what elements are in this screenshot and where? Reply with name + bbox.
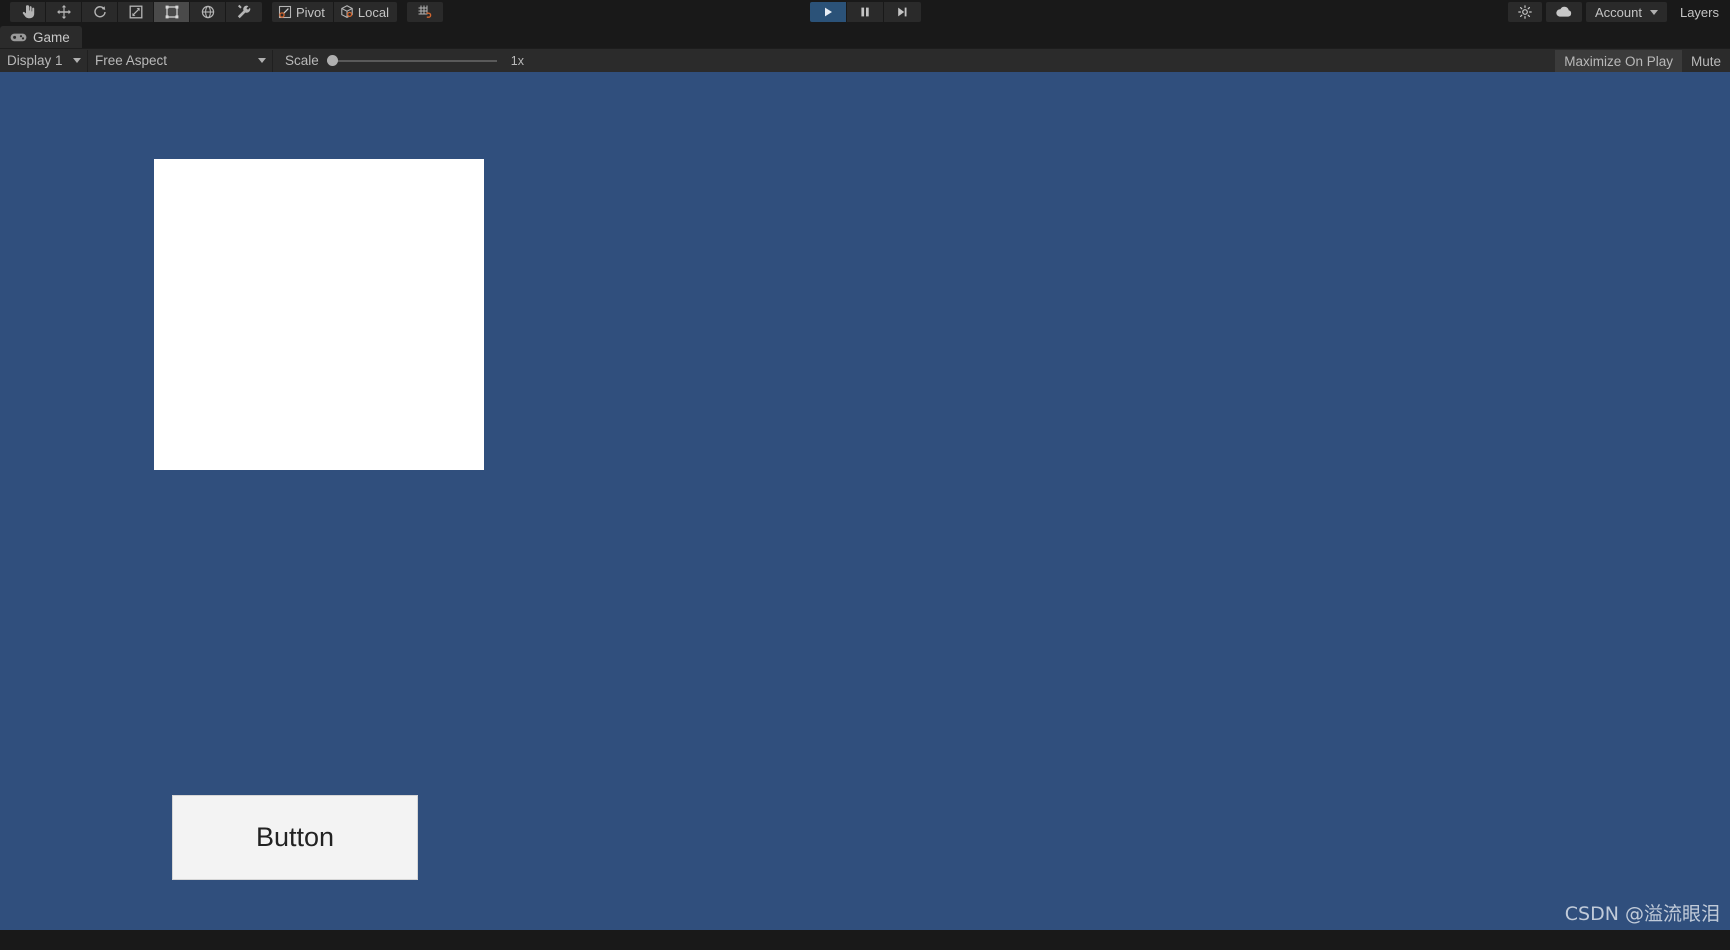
bottom-strip <box>0 930 1730 950</box>
chevron-down-icon <box>258 58 266 63</box>
sun-icon <box>1517 4 1533 20</box>
scale-slider[interactable] <box>326 54 497 68</box>
transform-tool-button[interactable] <box>190 2 226 22</box>
pause-icon <box>858 5 872 19</box>
pivot-label: Pivot <box>296 4 325 20</box>
mute-audio-button[interactable]: Mute <box>1682 50 1730 72</box>
play-controls <box>809 2 921 22</box>
tab-bar: Game <box>0 26 1730 48</box>
step-button[interactable] <box>883 2 921 22</box>
maximize-on-play-label: Maximize On Play <box>1564 53 1673 69</box>
chevron-down-icon <box>1649 9 1658 15</box>
transform-tools-group <box>10 2 262 22</box>
ui-button-label: Button <box>255 822 335 852</box>
toolbar-right-group: Account Layers <box>1507 0 1730 24</box>
cloud-icon <box>1555 5 1573 19</box>
rotate-tool-button[interactable] <box>82 2 118 22</box>
tab-game[interactable]: Game <box>0 26 82 48</box>
pause-button[interactable] <box>846 2 884 22</box>
main-toolbar: Pivot Local Account Layers <box>0 0 1730 24</box>
display-dropdown[interactable]: Display 1 <box>0 49 88 72</box>
pivot-mode-button[interactable]: Pivot <box>272 2 334 22</box>
layers-button[interactable]: Layers <box>1671 2 1728 22</box>
snap-group <box>406 2 443 22</box>
mute-label: Mute <box>1690 53 1721 69</box>
account-button[interactable]: Account <box>1585 2 1667 22</box>
gamepad-icon <box>10 32 27 43</box>
scale-slider-knob[interactable] <box>326 55 338 66</box>
white-panel <box>154 159 484 470</box>
step-icon <box>895 5 909 19</box>
scale-icon <box>128 4 144 20</box>
handle-space-label: Local <box>357 4 389 20</box>
hand-icon <box>20 4 36 20</box>
scale-label: Scale <box>285 53 319 68</box>
rotate-icon <box>92 4 108 20</box>
chevron-down-icon <box>73 58 81 63</box>
tab-game-label: Game <box>33 29 70 45</box>
aspect-dropdown[interactable]: Free Aspect <box>88 49 273 72</box>
ui-button[interactable]: Button <box>172 795 418 880</box>
scale-slider-track <box>326 59 497 62</box>
handle-space-button[interactable]: Local <box>333 2 397 22</box>
pivot-icon <box>277 4 293 20</box>
aspect-dropdown-label: Free Aspect <box>95 53 168 68</box>
custom-tool-button[interactable] <box>226 2 262 22</box>
account-label: Account <box>1594 4 1642 20</box>
maximize-on-play-button[interactable]: Maximize On Play <box>1555 50 1682 72</box>
game-toolbar-right: Maximize On Play Mute <box>1555 49 1730 73</box>
pivot-group: Pivot Local <box>272 2 397 22</box>
move-tool-button[interactable] <box>46 2 82 22</box>
layers-label: Layers <box>1679 4 1719 20</box>
unity-editor-window: Pivot Local Account Layers Game Display … <box>0 0 1730 950</box>
rect-tool-button[interactable] <box>154 2 190 22</box>
scale-control: Scale 1x <box>273 53 524 68</box>
hand-tool-button[interactable] <box>10 2 46 22</box>
search-settings-button[interactable] <box>1507 2 1542 22</box>
wrench-icon <box>236 4 252 20</box>
cloud-button[interactable] <box>1545 2 1582 22</box>
transform-icon <box>200 4 216 20</box>
cube-icon <box>339 4 355 20</box>
move-icon <box>56 4 72 20</box>
game-view-canvas[interactable]: Button CSDN @溢流眼泪 <box>0 72 1730 930</box>
rect-transform-icon <box>164 4 180 20</box>
play-icon <box>821 5 835 19</box>
game-view-toolbar: Display 1 Free Aspect Scale 1x Maximize … <box>0 48 1730 72</box>
scale-tool-button[interactable] <box>118 2 154 22</box>
play-button[interactable] <box>809 2 847 22</box>
watermark: CSDN @溢流眼泪 <box>1564 903 1720 925</box>
grid-snap-icon <box>417 4 433 20</box>
scale-value: 1x <box>510 53 524 68</box>
display-dropdown-label: Display 1 <box>7 53 63 68</box>
grid-snap-button[interactable] <box>406 2 443 22</box>
